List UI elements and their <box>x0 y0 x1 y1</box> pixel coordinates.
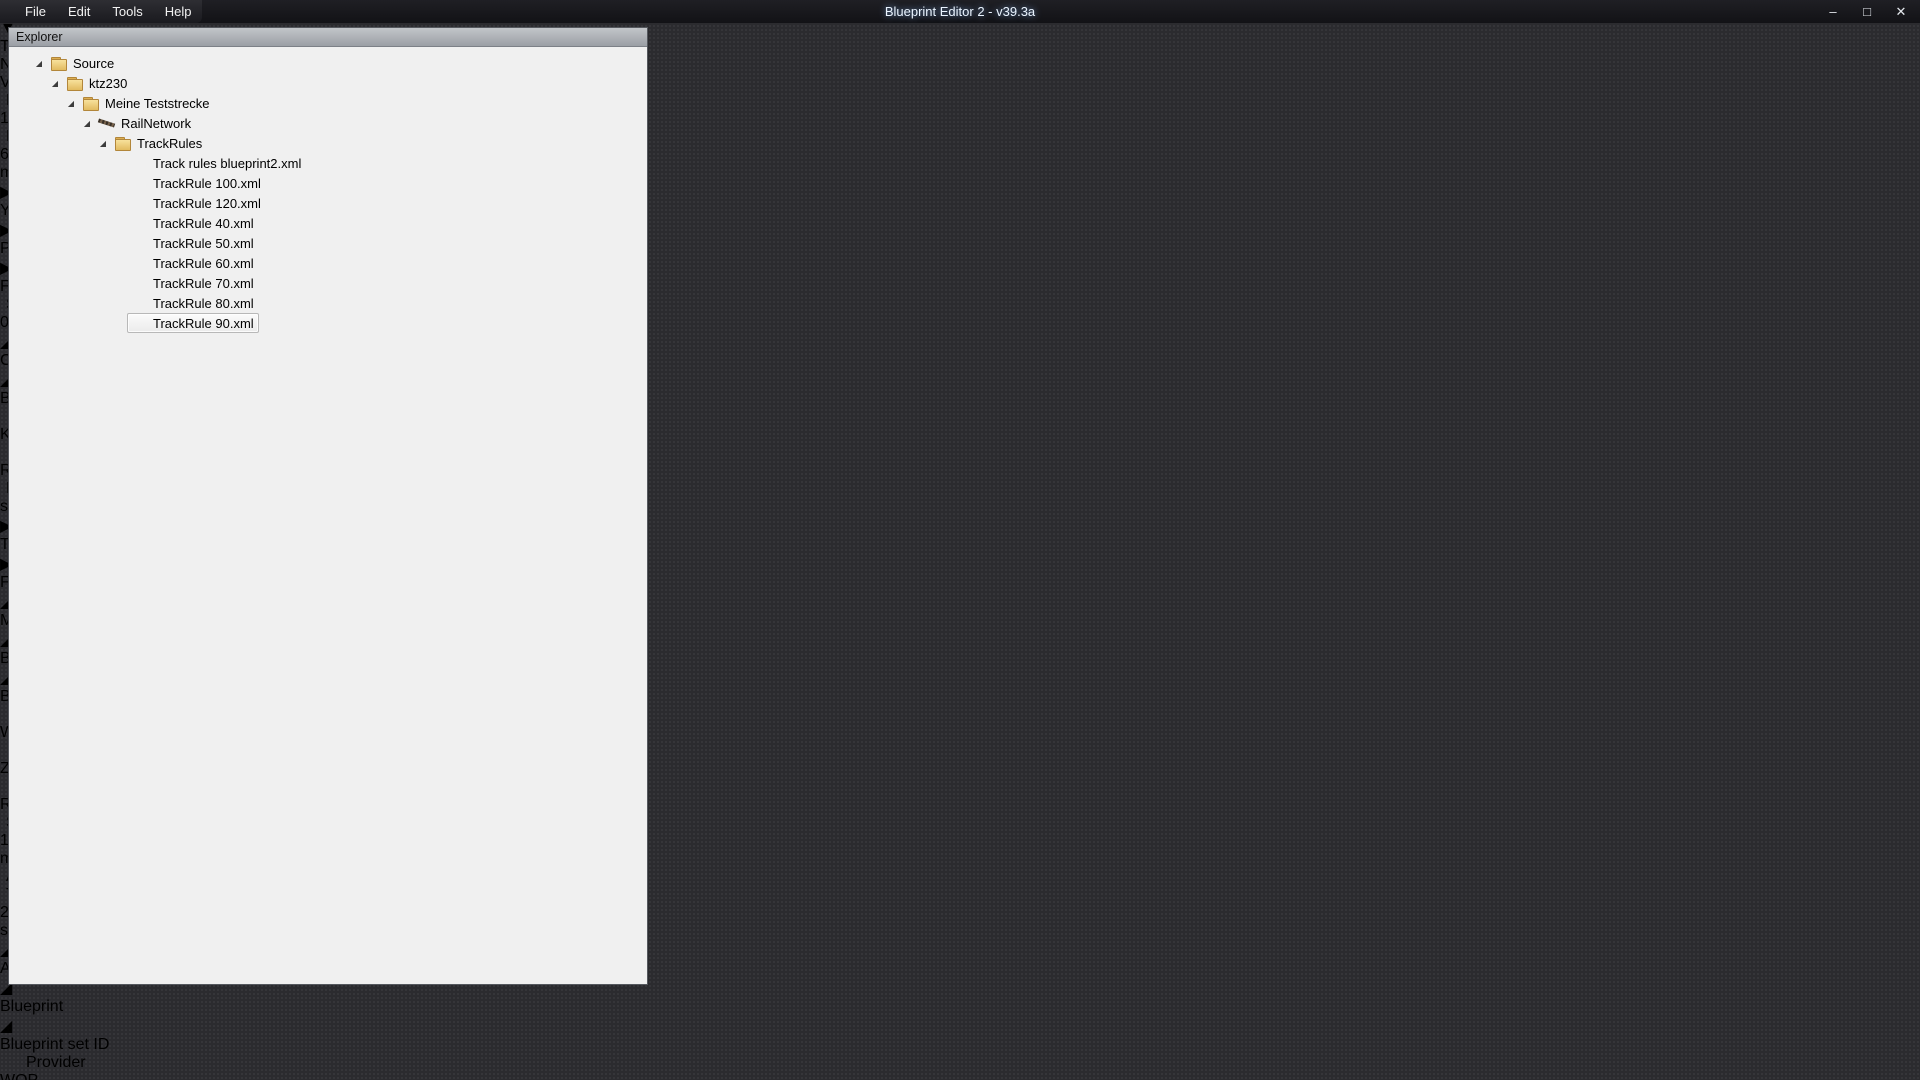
tree-item-label: RailNetwork <box>121 116 191 131</box>
folder-icon <box>82 95 99 111</box>
property-name: Provider <box>0 1054 178 1072</box>
tree-item-label: Track rules blueprint2.xml <box>153 156 301 171</box>
tree-item-label: TrackRule 40.xml <box>153 216 254 231</box>
menu-help[interactable]: Help <box>154 0 203 23</box>
title-bar[interactable]: FileEditToolsHelp Blueprint Editor 2 - v… <box>0 0 1920 23</box>
folder-icon <box>114 135 131 151</box>
tree-item-label: TrackRule 90.xml <box>153 316 254 331</box>
tree-item-meine-teststrecke[interactable]: ◢ Meine Teststrecke <box>9 93 647 113</box>
xml-icon <box>130 255 147 271</box>
expander-icon[interactable]: ◢ <box>95 139 111 148</box>
xml-icon <box>130 155 147 171</box>
expander-icon[interactable]: ◢ <box>79 119 95 128</box>
category-label: Blueprint set ID <box>0 1036 1920 1054</box>
window-controls: – □ ✕ <box>1824 0 1910 23</box>
tree-item-label: TrackRule 70.xml <box>153 276 254 291</box>
tree-item-trackrule-70-xml[interactable]: TrackRule 70.xml <box>9 273 647 293</box>
tree-item-trackrules[interactable]: ◢ TrackRules <box>9 133 647 153</box>
xml-icon <box>130 215 147 231</box>
xml-icon <box>130 275 147 291</box>
tree-item-label: TrackRule 80.xml <box>153 296 254 311</box>
minimize-button[interactable]: – <box>1824 0 1842 23</box>
menu-file[interactable]: File <box>14 0 57 23</box>
tree-item-label: TrackRule 100.xml <box>153 176 261 191</box>
xml-icon <box>130 235 147 251</box>
file-tree: ◢ Source ◢ ktz230 ◢ Meine Teststrecke ◢ RailNet… <box>9 47 647 984</box>
category-row[interactable]: ◢Blueprint set ID <box>0 1016 1920 1054</box>
menu-edit[interactable]: Edit <box>57 0 101 23</box>
tree-item-label: TrackRule 120.xml <box>153 196 261 211</box>
expander-icon[interactable]: ◢ <box>63 99 79 108</box>
tree-item-label: ktz230 <box>89 76 127 91</box>
tree-item-label: Source <box>73 56 114 71</box>
tree-item-trackrule-40-xml[interactable]: TrackRule 40.xml <box>9 213 647 233</box>
tree-item-trackrule-60-xml[interactable]: TrackRule 60.xml <box>9 253 647 273</box>
tree-item-trackrule-80-xml[interactable]: TrackRule 80.xml <box>9 293 647 313</box>
tree-item-label: TrackRule 60.xml <box>153 256 254 271</box>
window-title: Blueprint Editor 2 - v39.3a <box>0 0 1920 23</box>
xml-icon <box>130 175 147 191</box>
menu-bar: FileEditToolsHelp <box>0 0 202 23</box>
maximize-button[interactable]: □ <box>1858 0 1876 23</box>
property-value-text: WOP <box>0 1072 1920 1080</box>
xml-icon <box>130 195 147 211</box>
tree-item-source[interactable]: ◢ Source <box>9 53 647 73</box>
explorer-panel: Explorer ◢ Source ◢ ktz230 ◢ Meine Teststreck… <box>8 27 648 985</box>
folder-icon <box>50 55 67 71</box>
selected-item-box: TrackRule 90.xml <box>127 313 259 333</box>
explorer-header: Explorer <box>9 28 647 47</box>
expander-icon[interactable]: ◢ <box>47 79 63 88</box>
category-label: Blueprint <box>0 998 1920 1016</box>
tree-item-trackrule-120-xml[interactable]: TrackRule 120.xml <box>9 193 647 213</box>
tree-item-trackrule-90-xml[interactable]: TrackRule 90.xml <box>9 313 647 333</box>
property-value-field[interactable]: WOP <box>0 1072 1920 1080</box>
tree-item-label: TrackRules <box>137 136 202 151</box>
menu-tools[interactable]: Tools <box>101 0 153 23</box>
rail-icon <box>98 115 115 131</box>
tree-item-ktz230[interactable]: ◢ ktz230 <box>9 73 647 93</box>
tree-item-trackrule-100-xml[interactable]: TrackRule 100.xml <box>9 173 647 193</box>
folder-icon <box>66 75 83 91</box>
tree-item-track-rules-blueprint2-xml[interactable]: Track rules blueprint2.xml <box>9 153 647 173</box>
tree-item-railnetwork[interactable]: ◢ RailNetwork <box>9 113 647 133</box>
tree-item-label: TrackRule 50.xml <box>153 236 254 251</box>
expander-expanded-icon[interactable]: ◢ <box>0 1016 1920 1036</box>
expander-icon[interactable]: ◢ <box>31 59 47 68</box>
desktop: FileEditToolsHelp Blueprint Editor 2 - v… <box>0 0 1920 1080</box>
close-button[interactable]: ✕ <box>1892 0 1910 23</box>
tree-item-trackrule-50-xml[interactable]: TrackRule 50.xml <box>9 233 647 253</box>
property-row[interactable]: ProviderWOP <box>0 1054 1920 1080</box>
xml-icon <box>130 315 147 331</box>
xml-icon <box>130 295 147 311</box>
tree-item-label: Meine Teststrecke <box>105 96 210 111</box>
category-bar: ◢Blueprint set ID <box>0 1016 1920 1054</box>
